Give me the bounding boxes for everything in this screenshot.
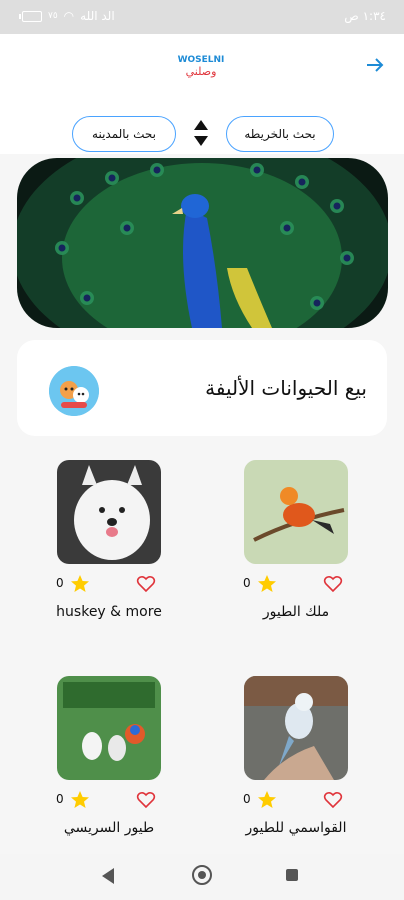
star-icon[interactable] [257,574,277,594]
listing-image [244,676,348,780]
battery-level: ٧٥ [48,11,58,21]
listing-card[interactable]: 0 ملك الطيور [221,460,371,620]
filter-bar: بحث بالمدينه بحث بالخريطه [0,98,404,154]
status-left: ٧٥ ◠ الد الله [19,9,115,23]
heart-icon[interactable] [323,790,343,810]
banner-image [17,158,388,328]
listing-meta: 0 [221,564,371,598]
status-time: ١:٣٤ ص [344,9,386,23]
likes-count: 0 [243,792,251,806]
svg-text:وصلني: وصلني [186,65,217,78]
home-icon[interactable] [192,865,212,885]
listing-name: ملك الطيور [262,604,330,620]
star-icon[interactable] [70,790,90,810]
listing-meta: 0 [221,780,371,814]
wifi-icon: ◠ [63,9,75,23]
listing-name: طيور السريسي [63,820,155,836]
listing-card[interactable]: 0 huskey & more [34,460,184,620]
pets-icon [49,366,99,416]
listing-image [57,676,161,780]
listing-card[interactable]: 0 طيور السريسي [34,676,184,836]
app-logo: WOSELNI وصلني [172,50,230,80]
sort-icon[interactable] [192,118,210,148]
heart-icon[interactable] [136,790,156,810]
listing-name: huskey & more [56,604,162,620]
heart-icon[interactable] [323,574,343,594]
status-bar: ٧٥ ◠ الد الله ١:٣٤ ص [0,0,404,34]
peacock-image [17,158,388,328]
star-icon[interactable] [70,574,90,594]
listing-meta: 0 [34,780,184,814]
listing-meta: 0 [34,564,184,598]
battery-icon [19,10,42,22]
recents-icon[interactable] [286,869,298,881]
heart-icon[interactable] [136,574,156,594]
network-label: الد الله [80,9,115,23]
listing-image [57,460,161,564]
likes-count: 0 [243,576,251,590]
category-title: بيع الحيوانات الأليفة [205,376,367,400]
listing-name: القواسمي للطيور [245,820,347,836]
back-icon[interactable] [102,868,114,884]
system-nav-bar [0,854,404,900]
arrow-right-icon[interactable] [364,54,386,76]
svg-text:WOSELNI: WOSELNI [178,55,225,65]
likes-count: 0 [56,576,64,590]
listing-card[interactable]: 0 القواسمي للطيور [221,676,371,836]
listing-image [244,460,348,564]
app-header: WOSELNI وصلني [0,34,404,98]
map-search-button[interactable]: بحث بالخريطه [226,116,334,152]
likes-count: 0 [56,792,64,806]
star-icon[interactable] [257,790,277,810]
city-search-button[interactable]: بحث بالمدينه [72,116,176,152]
category-card[interactable]: بيع الحيوانات الأليفة [17,340,387,436]
